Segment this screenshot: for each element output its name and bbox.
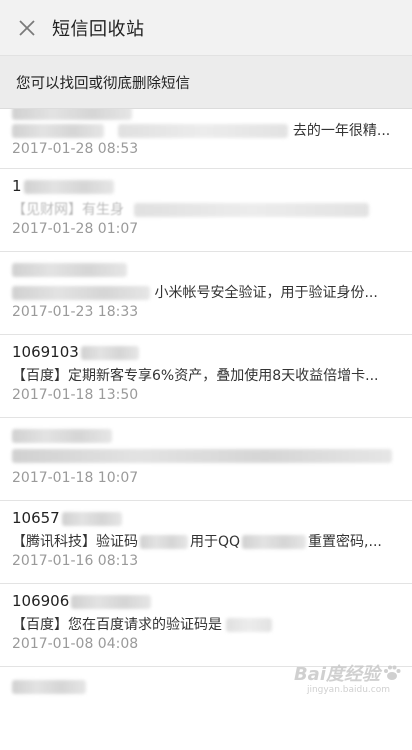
message-time: 2017-01-16 08:13 (12, 553, 139, 569)
message-item[interactable]: 小米帐号安全验证，用于验证身份... 2017-01-23 18:33 (0, 252, 412, 335)
message-item[interactable]: 去的一年很精... 2017-01-28 08:53 (0, 109, 412, 169)
page-title: 短信回收站 (52, 18, 145, 40)
message-item[interactable]: 1069103 【百度】定期新客专享6%资产，叠加使用8天收益倍增卡... 20… (0, 335, 412, 418)
message-sender (12, 426, 112, 446)
message-sender: 1 (12, 177, 114, 197)
message-item[interactable]: 1 【见财网】有生身 2017-01-28 01:07 (0, 169, 412, 252)
message-sender (12, 260, 127, 280)
message-sender: 10657 (12, 509, 122, 529)
message-item[interactable]: 106906 【百度】您在百度请求的验证码是 2017-01-08 04:08 (0, 584, 412, 667)
message-preview: 去的一年很精... (12, 120, 390, 140)
message-preview: 【见财网】有生身 (12, 199, 370, 219)
message-list: 去的一年很精... 2017-01-28 08:53 1 【见财网】有生身 20… (0, 109, 412, 750)
message-preview: 【腾讯科技】验证码 用于QQ 重置密码,... (12, 534, 382, 550)
message-time: 2017-01-18 10:07 (12, 470, 139, 486)
message-time: 2017-01-18 13:50 (12, 387, 139, 403)
message-sender: 106906 (12, 592, 152, 612)
recycle-bin-hint: 您可以找回或彻底删除短信 (0, 56, 412, 109)
message-time: 2017-01-28 08:53 (12, 141, 139, 157)
close-icon (19, 19, 35, 36)
message-preview: 【百度】定期新客专享6%资产，叠加使用8天收益倍增卡... (12, 368, 379, 384)
message-sender: 1069103 (12, 343, 139, 363)
message-time: 2017-01-08 04:08 (12, 636, 139, 652)
close-button[interactable] (2, 0, 52, 55)
message-item[interactable]: 2017-01-18 10:07 (0, 418, 412, 501)
message-time: 2017-01-23 18:33 (12, 304, 139, 320)
message-item[interactable]: 10657 【腾讯科技】验证码 用于QQ 重置密码,... 2017-01-16 0… (0, 501, 412, 584)
message-preview: 【百度】您在百度请求的验证码是 (12, 614, 272, 634)
message-preview: 小米帐号安全验证，用于验证身份... (12, 282, 378, 302)
message-preview (12, 448, 392, 468)
message-time: 2017-01-28 01:07 (12, 221, 139, 237)
app-header: 短信回收站 (0, 0, 412, 56)
message-sender (12, 677, 86, 697)
